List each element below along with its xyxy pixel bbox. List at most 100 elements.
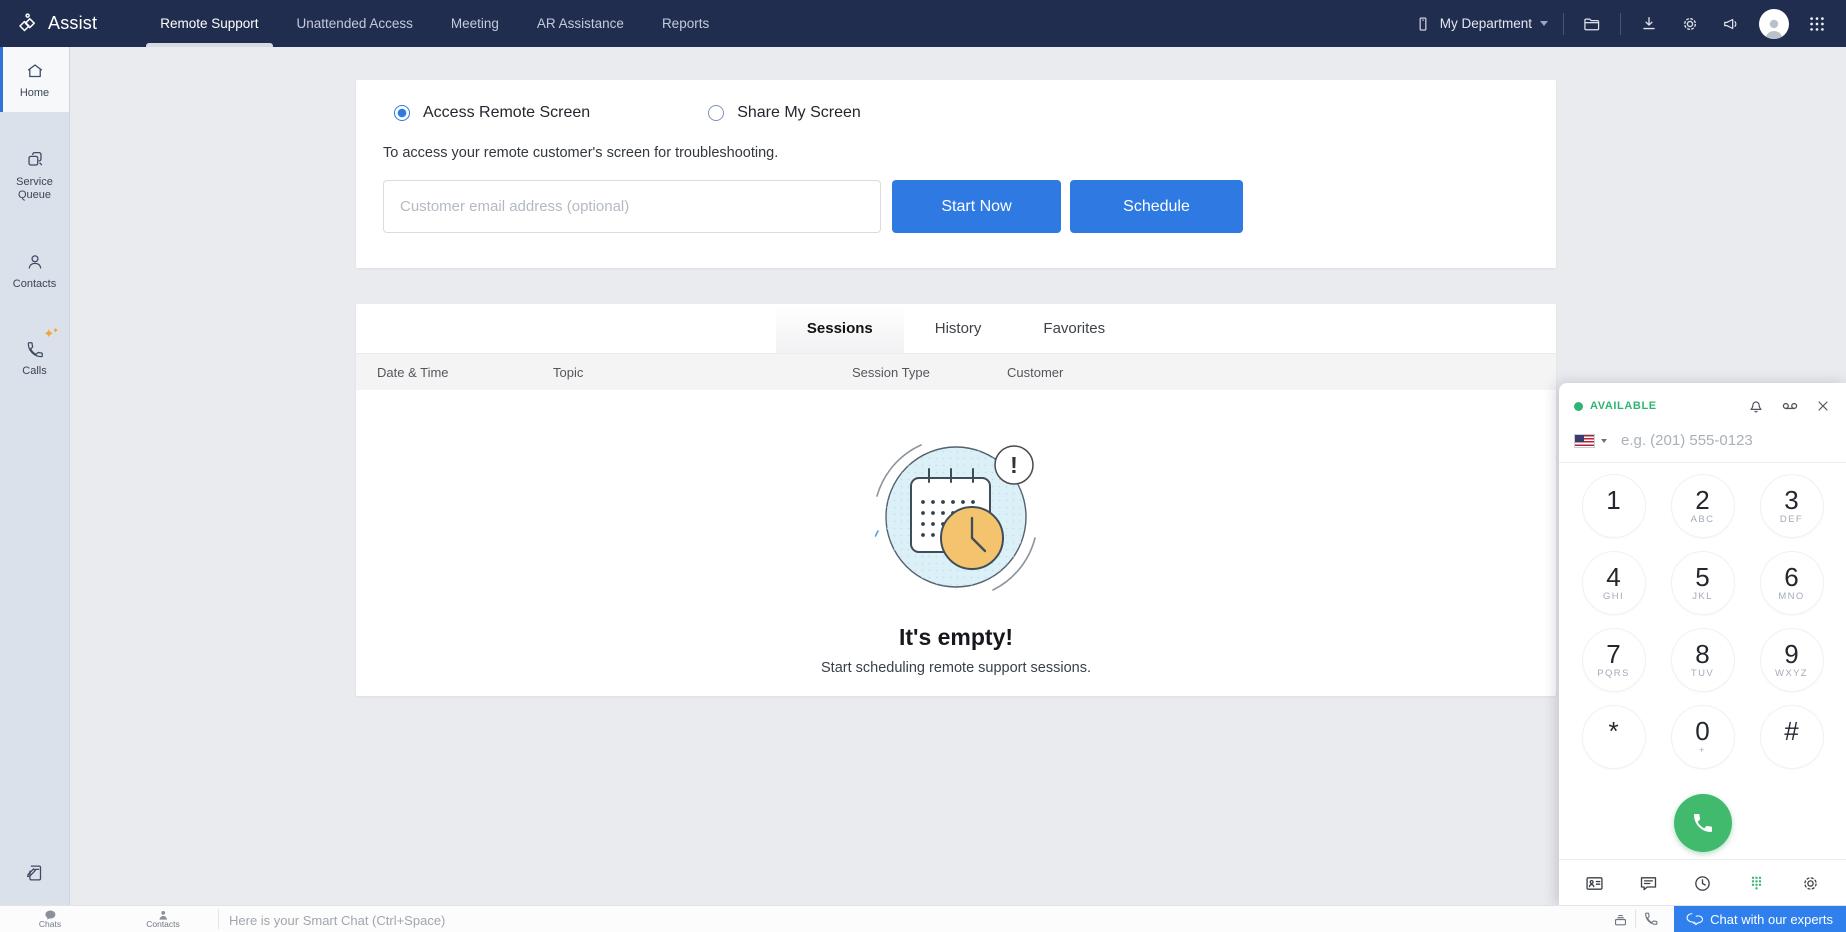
radio-label: Access Remote Screen (423, 104, 590, 122)
column-header-date-time: Date & Time (356, 365, 553, 380)
divider (1620, 13, 1621, 35)
country-dropdown-caret[interactable] (1601, 439, 1607, 443)
bottombar-right: Chat with our experts (1605, 906, 1846, 932)
chevron-down-icon (1540, 21, 1548, 26)
radio-share-my-screen[interactable]: Share My Screen (708, 104, 861, 122)
sparkle-new-badge: ✦✦ (43, 329, 61, 341)
availability-status: AVAILABLE (1590, 400, 1657, 412)
brand-logo[interactable]: Assist (0, 12, 115, 36)
gear-icon[interactable] (1800, 873, 1821, 894)
home-icon (24, 60, 46, 82)
dialer-panel: AVAILABLE (1559, 383, 1846, 906)
start-now-button[interactable]: Start Now (892, 180, 1061, 233)
history-clock-icon[interactable] (1692, 873, 1713, 894)
voicemail-icon[interactable] (1780, 396, 1800, 416)
tab-favorites[interactable]: Favorites (1012, 304, 1136, 353)
keypad-icon[interactable] (1746, 873, 1767, 894)
sidebar-item-calls[interactable]: ✦✦ Calls (0, 327, 69, 390)
calls-icon (25, 340, 45, 360)
folder-icon[interactable] (1579, 14, 1605, 34)
apps-grid-icon[interactable] (1804, 14, 1830, 34)
chat-bubble-icon (45, 910, 56, 920)
bottombar-contacts[interactable]: Contacts (146, 906, 180, 932)
app-window: Assist Remote Support Unattended Access … (0, 0, 1846, 932)
empty-state-title: It's empty! (899, 624, 1013, 651)
dialpad-key-3[interactable]: 3DEF (1761, 475, 1823, 537)
phone-icon[interactable] (1636, 911, 1666, 927)
session-description: To access your remote customer's screen … (356, 122, 1556, 161)
dialer-toolbar (1559, 859, 1846, 906)
topbar: Assist Remote Support Unattended Access … (0, 0, 1846, 47)
phone-number-input[interactable] (1619, 431, 1831, 450)
dialpad-key-6[interactable]: 6MNO (1761, 552, 1823, 614)
svg-text:!: ! (1010, 452, 1018, 478)
gear-icon[interactable] (1677, 14, 1703, 34)
sidebar: Home Service Queue Contacts ✦ (0, 47, 70, 906)
feedback-note-icon[interactable] (0, 862, 69, 906)
nav-tab-reports[interactable]: Reports (643, 0, 728, 47)
nav-tab-meeting[interactable]: Meeting (432, 0, 518, 47)
avatar[interactable] (1759, 9, 1789, 39)
dialpad-key-star[interactable]: * (1583, 706, 1645, 768)
empty-state: ! It's empty! Start scheduling remote su… (356, 390, 1556, 696)
dialpad-key-5[interactable]: 5JKL (1672, 552, 1734, 614)
smart-chat-input[interactable] (227, 906, 791, 932)
dialpad: 1 2ABC 3DEF 4GHI 5JKL 6MNO 7PQRS 8TUV 9W… (1559, 463, 1846, 768)
dialpad-key-8[interactable]: 8TUV (1672, 629, 1734, 691)
schedule-button[interactable]: Schedule (1070, 180, 1243, 233)
close-icon[interactable] (1815, 398, 1831, 414)
sidebar-item-label: Home (20, 87, 49, 100)
nav-tab-remote-support[interactable]: Remote Support (141, 0, 277, 47)
dialpad-key-1[interactable]: 1 (1583, 475, 1645, 537)
person-icon (158, 910, 168, 920)
dialpad-key-2[interactable]: 2ABC (1672, 475, 1734, 537)
us-flag-icon[interactable] (1574, 434, 1595, 448)
service-queue-icon (24, 149, 46, 171)
phone-number-row (1559, 422, 1846, 463)
topbar-actions: My Department (1414, 9, 1846, 39)
spacer (0, 112, 69, 136)
sidebar-item-service-queue[interactable]: Service Queue (0, 136, 69, 214)
dialpad-key-4[interactable]: 4GHI (1583, 552, 1645, 614)
radio-access-remote-screen[interactable]: Access Remote Screen (394, 104, 590, 122)
divider (1563, 13, 1564, 35)
dialer-header-icons (1747, 396, 1831, 416)
contact-card-icon[interactable] (1584, 873, 1605, 894)
nav-tab-ar-assistance[interactable]: AR Assistance (518, 0, 643, 47)
call-button[interactable] (1674, 794, 1732, 852)
download-icon[interactable] (1636, 14, 1662, 34)
column-header-topic: Topic (553, 365, 852, 380)
sidebar-item-contacts[interactable]: Contacts (0, 238, 69, 303)
status-dot-icon (1574, 402, 1583, 411)
customer-email-input[interactable] (383, 180, 881, 233)
phone-call-icon (1691, 811, 1715, 835)
sidebar-item-home[interactable]: Home (0, 47, 69, 112)
sessions-table-header: Date & Time Topic Session Type Customer (356, 354, 1556, 390)
nav-tab-unattended-access[interactable]: Unattended Access (278, 0, 432, 47)
queue-box-icon[interactable] (1605, 911, 1635, 928)
bell-icon[interactable] (1747, 397, 1765, 415)
bottombar-chats[interactable]: Chats (39, 906, 61, 932)
department-selector[interactable]: My Department (1414, 15, 1548, 33)
department-icon (1414, 15, 1432, 33)
empty-state-subtitle: Start scheduling remote support sessions… (821, 660, 1091, 676)
column-header-customer: Customer (1007, 365, 1556, 380)
session-form-row: Start Now Schedule (356, 161, 1556, 233)
megaphone-icon[interactable] (1718, 14, 1744, 34)
dialpad-key-9[interactable]: 9WXYZ (1761, 629, 1823, 691)
session-mode-radios: Access Remote Screen Share My Screen (356, 80, 1556, 122)
dialpad-key-hash[interactable]: # (1761, 706, 1823, 768)
chat-icon[interactable] (1638, 873, 1659, 894)
chat-with-experts-label: Chat with our experts (1710, 912, 1833, 927)
tab-history[interactable]: History (904, 304, 1013, 353)
dialpad-key-0[interactable]: 0+ (1672, 706, 1734, 768)
contacts-icon (24, 251, 46, 273)
chat-with-experts-button[interactable]: Chat with our experts (1674, 906, 1846, 932)
empty-calendar-illustration: ! (863, 434, 1049, 602)
bottombar-contacts-label: Contacts (146, 920, 180, 929)
tab-sessions[interactable]: Sessions (776, 304, 904, 353)
dialpad-key-7[interactable]: 7PQRS (1583, 629, 1645, 691)
department-label: My Department (1440, 16, 1532, 31)
radio-selected-icon (394, 105, 410, 121)
spacer (0, 214, 69, 238)
